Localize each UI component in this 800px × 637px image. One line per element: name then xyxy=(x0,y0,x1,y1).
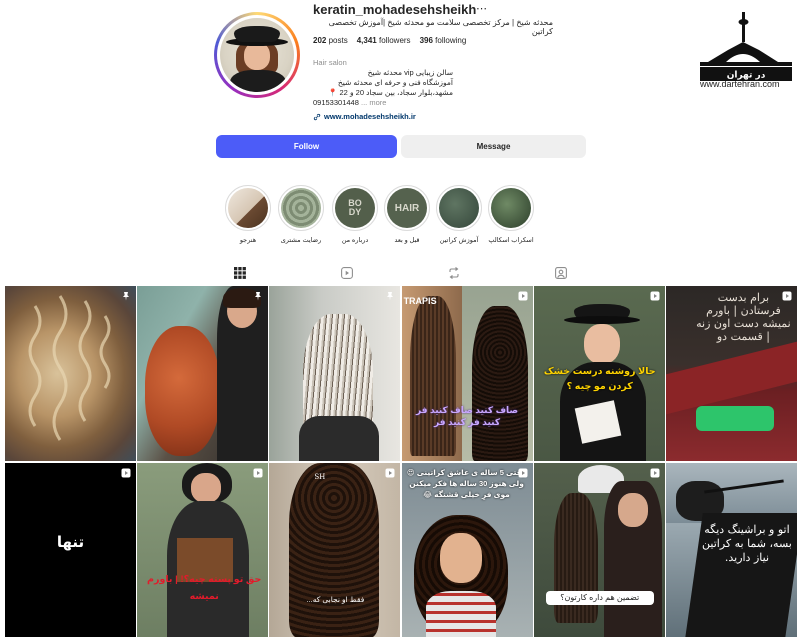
posts-grid: TRAPIS صاف کنید صاف کنید فر کنید فر کنید… xyxy=(5,286,797,637)
post-caption-overlay: حالا روشنه درست خشک کردن مو چیه ؟ xyxy=(543,366,656,392)
following-stat[interactable]: 396 following xyxy=(420,36,467,45)
reel-icon xyxy=(650,468,660,478)
bio-line: مشهد،بلوار سجاد، بین سجاد 20 و 22 📍 xyxy=(328,88,453,97)
profile-website-link[interactable]: www.mohadesehsheikh.ir xyxy=(313,112,416,121)
post-thumbnail[interactable] xyxy=(137,286,269,461)
watermark-url: www.dartehran.com xyxy=(700,79,780,89)
bio-line: آموزشگاه فنی و حرفه ای محدثه شیخ xyxy=(337,78,453,87)
post-thumbnail[interactable]: وقتی 5 ساله ی عاشق کراتینی 😍 ولی هنوز 30… xyxy=(401,463,533,637)
posts-stat[interactable]: 202 posts xyxy=(313,36,348,45)
post-thumbnail[interactable]: حالا روشنه درست خشک کردن مو چیه ؟ xyxy=(533,286,665,461)
profile-category: Hair salon xyxy=(313,58,347,67)
post-thumbnail[interactable] xyxy=(5,286,136,461)
pin-icon xyxy=(387,292,394,301)
posts-tab[interactable] xyxy=(233,266,247,280)
repost-icon xyxy=(449,267,459,279)
post-caption-overlay: حق تو پسته چیه؟! | باورم نمیشه xyxy=(147,574,262,602)
profile-bio: سالن زیبایی vip محدثه شیخ آموزشگاه فنی و… xyxy=(313,68,453,108)
website-label: www.mohadesehsheikh.ir xyxy=(324,112,416,121)
highlight-item[interactable]: آموزش کراتین xyxy=(436,185,482,244)
bio-phone: 09153301448 xyxy=(313,98,359,107)
post-caption-overlay: فقط او نجابی که... xyxy=(306,595,365,604)
post-thumbnail[interactable]: تضمین هم داره کارتون؟ xyxy=(533,463,665,637)
tagged-icon xyxy=(555,267,567,279)
profile-username: keratin_mohadesehsheikh xyxy=(313,2,477,17)
profile-full-name: محدثه شیخ | مرکز تخصصی سلامت مو محدثه شی… xyxy=(328,18,553,36)
post-thumbnail[interactable]: اتو و براشینگ دیگه بسه، شما به کراتین نی… xyxy=(665,463,797,637)
post-caption-overlay: تضمین هم داره کارتون؟ xyxy=(545,591,654,605)
post-thumbnail[interactable]: SH فقط او نجابی که... xyxy=(269,463,401,637)
followers-stat[interactable]: 4,341 followers xyxy=(357,36,411,45)
bio-phone-line: 09153301448 ... more xyxy=(313,98,453,108)
pin-icon xyxy=(255,292,262,301)
highlight-item[interactable]: هنرجو xyxy=(225,185,271,244)
post-caption-overlay: تنها xyxy=(56,534,85,551)
tagged-tab[interactable] xyxy=(554,266,568,280)
highlight-item[interactable]: اسکراب اسکالپ xyxy=(488,185,534,244)
highlight-item[interactable]: HAIR قبل و بعد xyxy=(384,185,430,244)
reel-icon xyxy=(253,468,263,478)
post-thumbnail[interactable]: TRAPIS صاف کنید صاف کنید فر کنید فر کنید… xyxy=(401,286,533,461)
post-caption-overlay: اتو و براشینگ دیگه بسه، شما به کراتین نی… xyxy=(702,523,792,564)
post-caption-overlay: وقتی 5 ساله ی عاشق کراتینی 😍 ولی هنوز 30… xyxy=(406,468,527,499)
message-button[interactable]: Message xyxy=(401,135,586,158)
reel-icon xyxy=(385,468,395,478)
highlight-item[interactable]: BO DY درباره من xyxy=(332,185,378,244)
follow-button[interactable]: Follow xyxy=(216,135,397,158)
post-caption-overlay: برام بدست فرستادن | باورم نمیشه دست اون … xyxy=(696,291,791,343)
profile-avatar[interactable] xyxy=(214,12,300,98)
link-icon xyxy=(313,113,321,120)
reel-icon xyxy=(518,468,528,478)
grid-icon xyxy=(234,267,246,279)
reels-icon xyxy=(341,267,353,279)
reposts-tab[interactable] xyxy=(447,266,461,280)
avatar xyxy=(220,18,294,92)
pin-icon xyxy=(123,292,129,301)
post-thumbnail[interactable]: تنها xyxy=(5,463,136,637)
post-thumbnail[interactable]: برام بدست فرستادن | باورم نمیشه دست اون … xyxy=(665,286,797,461)
more-options-icon[interactable]: ⋯ xyxy=(476,2,487,15)
reel-icon xyxy=(121,468,131,478)
reels-tab[interactable] xyxy=(340,266,354,280)
post-caption-overlay: صاف کنید صاف کنید فر کنید فر کنید فر xyxy=(416,405,519,427)
highlight-item[interactable]: رضایت مشتری xyxy=(278,185,324,244)
post-thumbnail[interactable] xyxy=(269,286,401,461)
post-thumbnail[interactable]: حق تو پسته چیه؟! | باورم نمیشه xyxy=(137,463,269,637)
reel-icon xyxy=(782,291,792,301)
bio-line: سالن زیبایی vip محدثه شیخ xyxy=(367,68,453,77)
reel-icon xyxy=(518,291,528,301)
profile-stats: 202 posts 4,341 followers 396 following xyxy=(313,36,466,45)
bio-more-link[interactable]: ... more xyxy=(361,98,386,107)
reel-icon xyxy=(650,291,660,301)
